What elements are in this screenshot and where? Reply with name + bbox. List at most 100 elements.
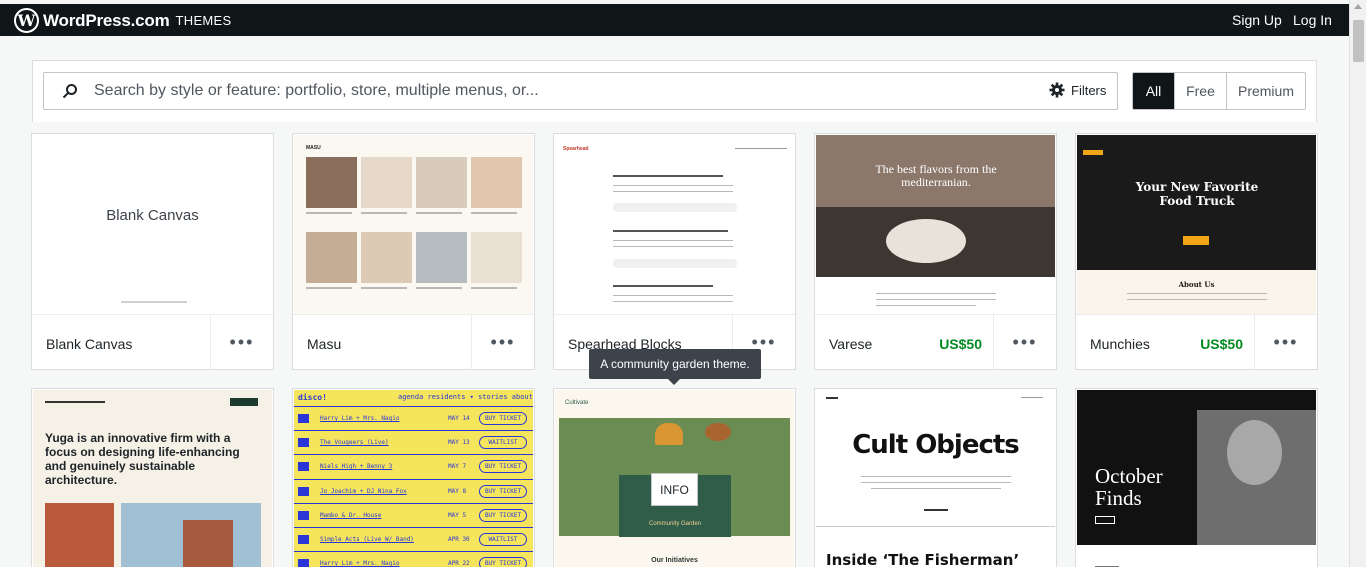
scroll-up-arrow-icon[interactable]: [1354, 4, 1362, 9]
text-line: [613, 295, 733, 296]
thumbnail-title: Your New Favorite Food Truck: [1135, 180, 1259, 208]
gig-thumbnail-icon: [298, 486, 309, 496]
gig-ticket-button[interactable]: BUY TICKET: [479, 460, 527, 474]
post-title-line: [613, 285, 713, 287]
wordpress-logo[interactable]: W WordPress.com THEMES: [14, 8, 232, 33]
more-options-button[interactable]: •••: [210, 315, 273, 369]
tab-free[interactable]: Free: [1174, 73, 1226, 109]
text-line: [306, 287, 352, 289]
theme-card-october-finds[interactable]: October Finds: [1075, 388, 1318, 567]
theme-card-yuga[interactable]: Yuga is an innovative firm with a focus …: [31, 388, 274, 567]
theme-card-disco[interactable]: disco! agenda residents ▾ stories about …: [292, 388, 535, 567]
gig-ticket-button[interactable]: BUY TICKET: [479, 412, 527, 425]
gig-artist[interactable]: Harry Lim + Mrs. Nagio: [320, 415, 399, 422]
signup-link[interactable]: Sign Up: [1232, 12, 1282, 28]
gig-row: The Vougeers (Live) MAY 13 WAITLIST: [294, 430, 533, 454]
top-bar: W WordPress.com THEMES Sign Up Log In: [0, 4, 1349, 36]
theme-thumbnail[interactable]: The best flavors from the mediterranian.: [816, 135, 1055, 314]
thumbnail-title: October Finds: [1095, 464, 1163, 510]
more-options-button[interactable]: •••: [1254, 315, 1317, 369]
more-options-button[interactable]: •••: [471, 315, 534, 369]
gig-thumbnail-icon: [298, 510, 309, 520]
nav-line: [1021, 397, 1043, 398]
munchies-logo: [1083, 150, 1103, 155]
text-line: [613, 301, 733, 302]
gig-thumbnail-icon: [298, 462, 309, 472]
theme-thumbnail[interactable]: Your New Favorite Food Truck About Us: [1077, 135, 1316, 314]
thumbnail-title: MASU: [306, 145, 321, 151]
gig-ticket-button[interactable]: WAITLIST: [479, 533, 527, 546]
text-line: [876, 305, 976, 306]
theme-thumbnail[interactable]: Cult Objects Inside ‘The Fisherman’: [816, 390, 1055, 567]
search-box[interactable]: Filters: [43, 72, 1118, 110]
theme-thumbnail[interactable]: Yuga is an innovative firm with a focus …: [33, 390, 272, 567]
building-detail: [183, 520, 233, 567]
theme-card-munchies[interactable]: Your New Favorite Food Truck About Us Mu…: [1075, 133, 1318, 370]
gig-artist[interactable]: Mambo & Dr. House: [320, 512, 381, 519]
gig-thumbnail-icon: [298, 438, 309, 448]
theme-card-blank-canvas[interactable]: Blank Canvas Blank Canvas •••: [31, 133, 274, 370]
theme-name[interactable]: Masu: [307, 336, 341, 352]
theme-card-cult-objects[interactable]: Cult Objects Inside ‘The Fisherman’: [814, 388, 1057, 567]
building-photo: [45, 503, 114, 567]
wordpress-w-icon: W: [14, 8, 39, 33]
gig-date: APR 30: [448, 536, 470, 543]
gig-artist[interactable]: Simple Acts (Live W/ Band): [320, 536, 414, 543]
theme-thumbnail[interactable]: disco! agenda residents ▾ stories about …: [294, 390, 533, 567]
gig-ticket-button[interactable]: BUY TICKET: [479, 484, 527, 498]
text-line: [471, 212, 517, 214]
gig-artist[interactable]: Jo Joachim + DJ Nina Fox: [320, 488, 407, 495]
gig-ticket-button[interactable]: BUY TICKET: [479, 557, 527, 567]
gig-ticket-button[interactable]: WAITLIST: [479, 436, 527, 450]
text-line: [416, 212, 462, 214]
tab-premium[interactable]: Premium: [1226, 73, 1305, 109]
gig-date: MAY 8: [448, 487, 467, 495]
theme-name[interactable]: Varese: [829, 336, 872, 352]
thumbnail-title: The best flavors from the mediterranian.: [875, 162, 997, 189]
product-photo: [471, 157, 522, 208]
card-footer: Munchies US$50 •••: [1076, 314, 1317, 369]
card-footer: Blank Canvas •••: [32, 314, 273, 369]
theme-name[interactable]: Blank Canvas: [46, 336, 132, 352]
button-mock: [1095, 516, 1115, 524]
gig-row: Jo Joachim + DJ Nina Fox MAY 8 BUY TICKET: [294, 478, 533, 503]
more-options-button[interactable]: •••: [993, 315, 1056, 369]
thumbnail-title: Spearhead: [563, 146, 589, 152]
search-panel: Filters All Free Premium: [32, 60, 1317, 122]
divider: [816, 526, 1055, 527]
info-button[interactable]: INFO: [651, 473, 698, 506]
scrollbar-thumb[interactable]: [1353, 20, 1364, 62]
gig-artist[interactable]: The Vougeers (Live): [320, 439, 389, 446]
theme-card-varese[interactable]: The best flavors from the mediterranian.…: [814, 133, 1057, 370]
theme-card-spearhead-blocks[interactable]: Spearhead Spearhead Blocks •••: [553, 133, 796, 370]
text-line: [871, 488, 1001, 489]
gig-artist[interactable]: Harry Lim + Mrs. Nagio: [320, 560, 399, 567]
thumbnail-nav: agenda residents ▾ stories about: [398, 393, 533, 401]
page-scrollbar[interactable]: [1349, 0, 1366, 567]
theme-card-masu[interactable]: MASU Masu •••: [292, 133, 535, 370]
product-photo: [306, 157, 357, 208]
search-input[interactable]: [94, 74, 994, 108]
thumbnail-subtitle: About Us: [1178, 280, 1215, 289]
text-line: [861, 482, 1011, 483]
theme-thumbnail[interactable]: October Finds: [1077, 390, 1316, 567]
gig-row: Harry Lim + Mrs. Nagio APR 22 BUY TICKET: [294, 551, 533, 567]
theme-thumbnail[interactable]: Blank Canvas: [33, 135, 272, 314]
gig-row: Harry Lim + Mrs. Nagio MAY 14 BUY TICKET: [294, 406, 533, 430]
theme-name[interactable]: Munchies: [1090, 336, 1150, 352]
thumbnail-footer-line: [121, 301, 187, 303]
gig-date: MAY 7: [448, 463, 467, 471]
text-line: [361, 212, 407, 214]
gear-icon: [1049, 82, 1065, 98]
text-line: [306, 212, 352, 214]
gig-ticket-button[interactable]: BUY TICKET: [479, 508, 527, 522]
text-line: [876, 299, 996, 300]
gig-date: MAY 14: [448, 415, 470, 422]
gig-artist[interactable]: Niels High + Benny 3: [320, 463, 392, 470]
filters-button[interactable]: Filters: [1049, 82, 1106, 98]
thumbnail-title: Cult Objects: [852, 430, 1020, 460]
theme-thumbnail[interactable]: Spearhead: [555, 135, 794, 314]
tab-all[interactable]: All: [1133, 73, 1174, 109]
login-link[interactable]: Log In: [1293, 12, 1332, 28]
theme-thumbnail[interactable]: MASU: [294, 135, 533, 314]
